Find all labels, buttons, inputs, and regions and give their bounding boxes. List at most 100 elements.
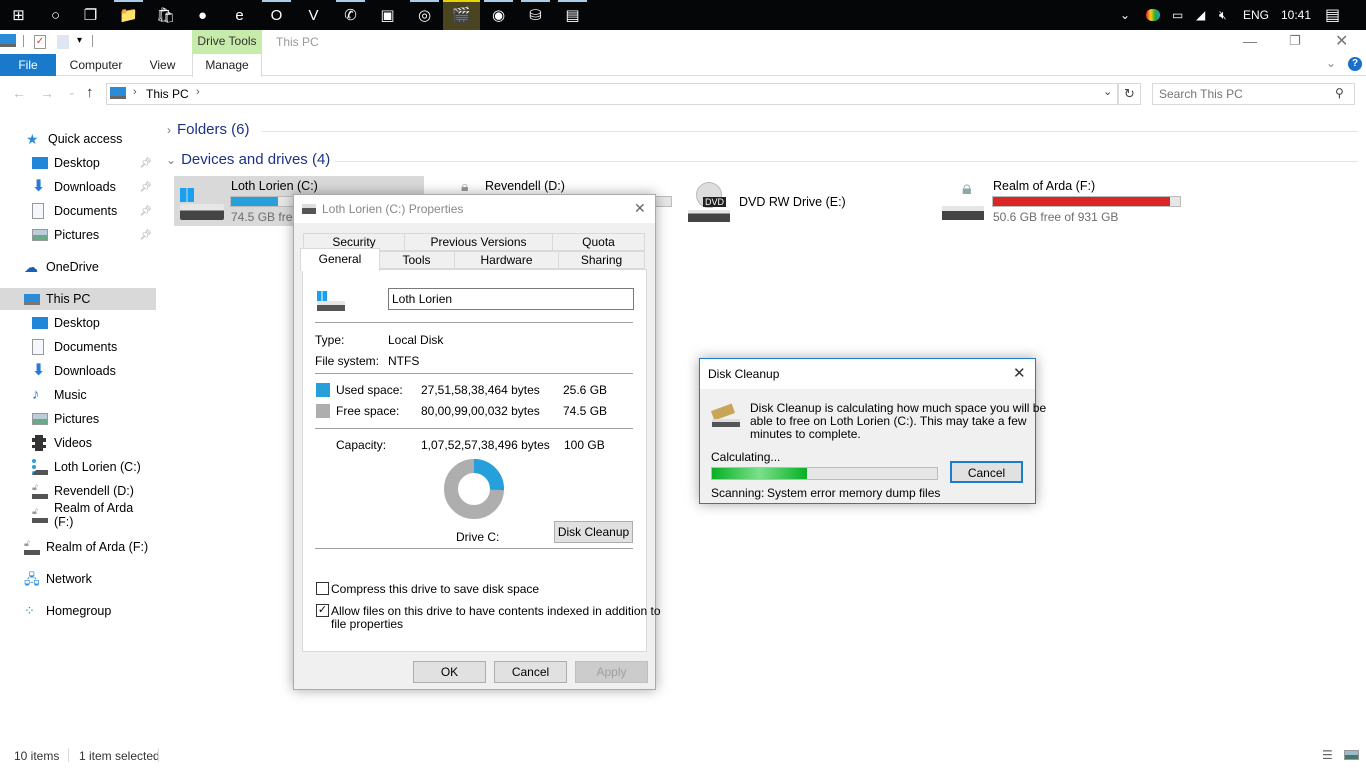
pin-icon: 📌︎ [139,229,152,241]
sidebar-item-quick-access[interactable]: ★ Quick access [0,128,156,150]
sidebar-item-homegroup[interactable]: ⁘ Homegroup [0,600,156,622]
vivaldi-icon[interactable]: V [295,0,332,30]
large-icons-view-button[interactable] [1344,750,1359,760]
media-player-icon[interactable]: 🎬 [443,0,480,30]
cancel-button[interactable]: Cancel [494,661,567,683]
index-checkbox[interactable]: ✓ [316,604,329,617]
tab-view[interactable]: View [140,54,185,76]
recent-locations-button[interactable]: ⌄ [68,87,76,98]
maximize-button[interactable]: ❐ [1289,33,1301,49]
tab-tools[interactable]: Tools [378,251,455,269]
customize-qat-icon[interactable]: ▾ [77,35,82,46]
drive-app-icon[interactable]: ▤ [554,0,591,30]
cortana-icon[interactable]: ○ [37,0,74,30]
sidebar-item-drive-f[interactable]: 🔓︎ Realm of Arda (F:) [0,501,156,529]
forward-button[interactable]: → [40,85,54,101]
language-label[interactable]: ENG [1243,8,1269,22]
type-label: Type: [315,333,345,347]
sidebar-item-music[interactable]: ♪ Music [0,384,156,406]
task-view-icon[interactable]: ❐ [72,0,109,30]
sidebar-item-realm-of-arda[interactable]: 🔓︎ Realm of Arda (F:) [0,536,156,558]
language-indicator[interactable]: ENG [1243,0,1269,30]
breadcrumb-this-pc[interactable]: This PC [146,87,189,101]
tab-hardware[interactable]: Hardware [454,251,559,269]
store-icon[interactable]: 🛍 [147,0,184,30]
close-icon[interactable]: ✕ [1013,364,1026,382]
sidebar-item-onedrive[interactable]: ☁ OneDrive [0,256,156,278]
cleanup-cancel-button[interactable]: Cancel [950,461,1023,483]
sidebar-label: Videos [54,436,92,450]
details-view-button[interactable]: ☰ [1322,748,1333,762]
action-center-icon[interactable]: ▤ [1325,0,1340,30]
compress-checkbox[interactable] [316,582,329,595]
hard-drive-icon [317,301,345,311]
drive-tile-e[interactable]: DVD DVD RW Drive (E:) [686,180,886,230]
download-manager-tray-icon[interactable] [1146,0,1160,30]
folders-group-header[interactable]: › Folders (6) [167,121,250,138]
close-button[interactable]: ✕ [1335,31,1348,51]
sidebar-item-drive-c[interactable]: Loth Lorien (C:) [0,456,156,478]
sidebar-item-downloads[interactable]: ⬇ Downloads 📌︎ [0,176,156,198]
edge-icon[interactable]: e [221,0,258,30]
clock-time[interactable]: 10:41 [1281,8,1311,22]
sidebar-item-drive-d[interactable]: 🔓︎ Revendell (D:) [0,480,156,502]
wifi-icon[interactable]: ◢ [1196,0,1205,30]
search-icon: ⚲ [1335,86,1344,100]
tab-sharing[interactable]: Sharing [558,251,645,269]
devices-group-header[interactable]: ⌄ Devices and drives (4) [166,151,330,168]
groove-icon[interactable]: ◎ [406,0,443,30]
battery-icon[interactable]: ▭ [1172,0,1183,30]
pin-icon: 📌︎ [139,205,152,217]
start-icon[interactable]: ⊞ [0,0,37,30]
new-folder-icon[interactable] [57,35,69,49]
this-pc-icon [110,87,126,99]
app-orange-icon[interactable]: ● [184,0,221,30]
sidebar-item-pc-pictures[interactable]: Pictures [0,408,156,430]
breadcrumb-chevron[interactable]: › [196,86,200,98]
app-blue-globe-icon[interactable]: ◉ [480,0,517,30]
search-box[interactable]: ⚲ [1152,83,1355,105]
sidebar-item-network[interactable]: 🖧︎ Network [0,568,156,590]
sidebar-item-pc-desktop[interactable]: Desktop [0,312,156,334]
properties-icon[interactable]: ✓ [34,35,46,49]
refresh-button[interactable]: ↻ [1118,83,1141,105]
lock-icon: 🔒︎ [962,178,972,198]
help-icon[interactable]: ? [1348,57,1362,71]
expand-ribbon-icon[interactable]: ⌄ [1326,56,1336,70]
sidebar-item-this-pc[interactable]: This PC [0,288,156,310]
back-button[interactable]: ← [12,85,26,101]
sidebar-item-desktop[interactable]: Desktop 📌︎ [0,152,156,174]
apply-button[interactable]: Apply [575,661,648,683]
address-dropdown-icon[interactable]: ⌄ [1103,85,1112,98]
tab-general[interactable]: General [300,248,380,271]
app-green-icon[interactable]: ▣ [369,0,406,30]
close-icon[interactable]: ✕ [634,200,646,217]
tab-previous-versions[interactable]: Previous Versions [404,233,553,251]
sidebar-item-documents[interactable]: Documents 📌︎ [0,200,156,222]
tab-quota[interactable]: Quota [552,233,645,251]
minimize-button[interactable]: — [1243,33,1257,49]
tab-computer[interactable]: Computer [60,54,132,76]
file-explorer-icon[interactable]: 📁 [110,0,147,30]
chevron-up-icon[interactable]: ⌄ [1120,8,1130,22]
drive-label-input[interactable] [388,288,634,310]
address-bar[interactable]: › This PC › ⌄ [106,83,1118,105]
tray-chevron-icon[interactable]: ⌄ [1120,0,1130,30]
usb-drive-icon[interactable]: ⛁ [517,0,554,30]
sidebar-item-pictures[interactable]: Pictures 📌︎ [0,224,156,246]
tab-file[interactable]: File [0,54,56,76]
opera-icon[interactable]: O [258,0,295,30]
clock[interactable]: 10:41 [1281,0,1311,30]
ok-button[interactable]: OK [413,661,486,683]
sidebar-item-videos[interactable]: Videos [0,432,156,454]
whatsapp-icon[interactable]: ✆ [332,0,369,30]
disk-cleanup-button[interactable]: Disk Cleanup [554,521,633,543]
drive-tile-f[interactable]: 🔒︎ Realm of Arda (F:) 50.6 GB free of 93… [940,176,1185,226]
network-icon: 🖧︎ [24,571,40,587]
sidebar-item-pc-downloads[interactable]: ⬇ Downloads [0,360,156,382]
up-button[interactable]: ↑ [86,84,94,101]
search-input[interactable] [1159,86,1329,102]
tab-manage[interactable]: Manage [192,54,262,77]
sidebar-item-pc-documents[interactable]: Documents [0,336,156,358]
volume-muted-icon[interactable]: 🔇︎ [1219,0,1227,30]
